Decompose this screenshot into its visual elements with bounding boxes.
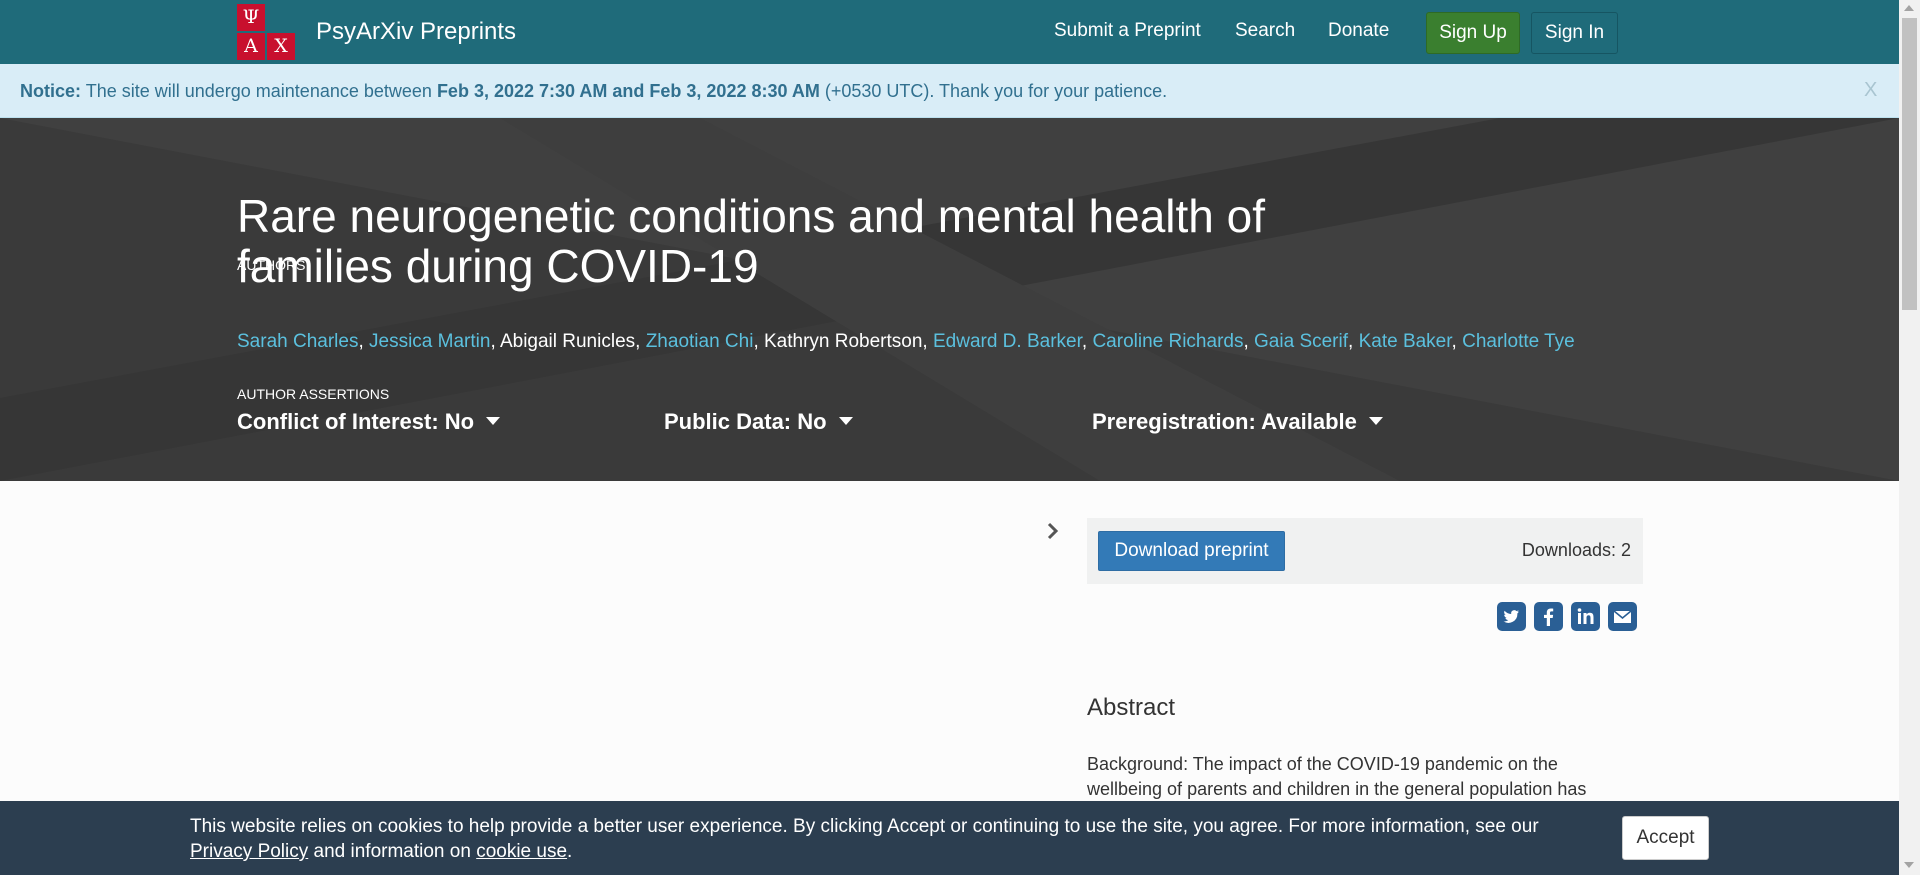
chevron-right-icon[interactable] [1046, 521, 1060, 541]
cookie-text-2: and information on [313, 841, 471, 862]
page-scrollbar[interactable] [1899, 0, 1920, 875]
download-preprint-button[interactable]: Download preprint [1098, 531, 1285, 571]
notice-text-1: The site will undergo maintenance betwee… [85, 81, 432, 101]
maintenance-notice: Notice: The site will undergo maintenanc… [0, 64, 1899, 118]
scroll-down-arrow-icon[interactable] [1904, 862, 1914, 868]
cookie-text-1: This website relies on cookies to help p… [190, 816, 1539, 837]
abstract-text: Background: The impact of the COVID-19 p… [1087, 754, 1587, 799]
top-navbar: Ψ Α Χ PsyArXiv Preprints Submit a Prepri… [0, 0, 1899, 64]
notice-text: Notice: The site will undergo maintenanc… [20, 81, 1167, 102]
author-link[interactable]: Gaia Scerif [1254, 331, 1348, 352]
abstract-heading: Abstract [1087, 694, 1176, 721]
notice-start-time: Feb 3, 2022 7:30 AM [436, 81, 608, 101]
notice-and: and [612, 81, 645, 101]
preprint-title: Rare neurogenetic conditions and mental … [237, 190, 1266, 292]
author-link[interactable]: Sarah Charles [237, 331, 358, 352]
author-link[interactable]: Caroline Richards [1092, 331, 1243, 352]
caret-down-icon [838, 417, 853, 426]
notice-label: Notice: [20, 81, 82, 101]
nav-donate[interactable]: Donate [1328, 20, 1389, 42]
scrollbar-thumb[interactable] [1902, 18, 1917, 310]
sign-up-button[interactable]: Sign Up [1426, 12, 1520, 54]
preregistration-label: Preregistration: Available [1092, 409, 1357, 434]
authors-label: Authors [237, 257, 306, 273]
downloads-count: Downloads: 2 [1521, 540, 1631, 560]
scroll-up-arrow-icon[interactable] [1904, 5, 1914, 11]
accept-cookies-button[interactable]: Accept [1622, 816, 1709, 860]
sign-in-button[interactable]: Sign In [1531, 12, 1618, 54]
cookie-use-link[interactable]: cookie use [476, 841, 567, 862]
linkedin-icon[interactable] [1571, 602, 1600, 631]
public-data-dropdown[interactable]: Public Data: No [664, 409, 853, 435]
author-name: Kathryn Robertson [764, 331, 923, 352]
notice-end-time: Feb 3, 2022 8:30 AM [649, 81, 820, 101]
public-data-label: Public Data: No [664, 409, 827, 434]
conflict-of-interest-dropdown[interactable]: Conflict of Interest: No [237, 409, 501, 435]
nav-submit-preprint[interactable]: Submit a Preprint [1054, 20, 1201, 42]
twitter-icon[interactable] [1497, 602, 1526, 631]
author-link[interactable]: Jessica Martin [369, 331, 490, 352]
author-assertions-label: Author Assertions [237, 386, 390, 402]
authors-list: Sarah Charles, Jessica Martin, Abigail R… [237, 331, 1575, 352]
download-panel: Download preprint Downloads: 2 [1087, 518, 1643, 584]
author-name: Abigail Runicles [499, 331, 636, 352]
notice-close-button[interactable]: X [1864, 79, 1877, 102]
preregistration-dropdown[interactable]: Preregistration: Available [1092, 409, 1383, 435]
caret-down-icon [486, 417, 501, 426]
logo-tile-alpha: Α [237, 33, 265, 60]
author-link[interactable]: Kate Baker [1359, 331, 1452, 352]
nav-search[interactable]: Search [1235, 20, 1295, 42]
notice-text-2: (+0530 UTC). Thank you for your patience… [824, 81, 1168, 101]
brand-name[interactable]: PsyArXiv Preprints [316, 18, 516, 46]
conflict-of-interest-label: Conflict of Interest: No [237, 409, 475, 434]
logo-tile-psi: Ψ [237, 4, 265, 31]
author-link[interactable]: Charlotte Tye [1462, 331, 1575, 352]
cookie-banner: This website relies on cookies to help p… [0, 801, 1899, 875]
privacy-policy-link[interactable]: Privacy Policy [190, 841, 308, 862]
email-icon[interactable] [1608, 602, 1637, 631]
author-link[interactable]: Edward D. Barker [933, 331, 1082, 352]
cookie-text-3: . [567, 841, 573, 862]
preprint-header: Rare neurogenetic conditions and mental … [0, 118, 1899, 481]
logo-tile-chi: Χ [267, 33, 295, 60]
psyarxiv-logo[interactable]: Ψ Α Χ [237, 4, 297, 60]
author-link[interactable]: Zhaotian Chi [646, 331, 754, 352]
facebook-icon[interactable] [1534, 602, 1563, 631]
caret-down-icon [1368, 417, 1383, 426]
cookie-text: This website relies on cookies to help p… [190, 814, 1590, 864]
